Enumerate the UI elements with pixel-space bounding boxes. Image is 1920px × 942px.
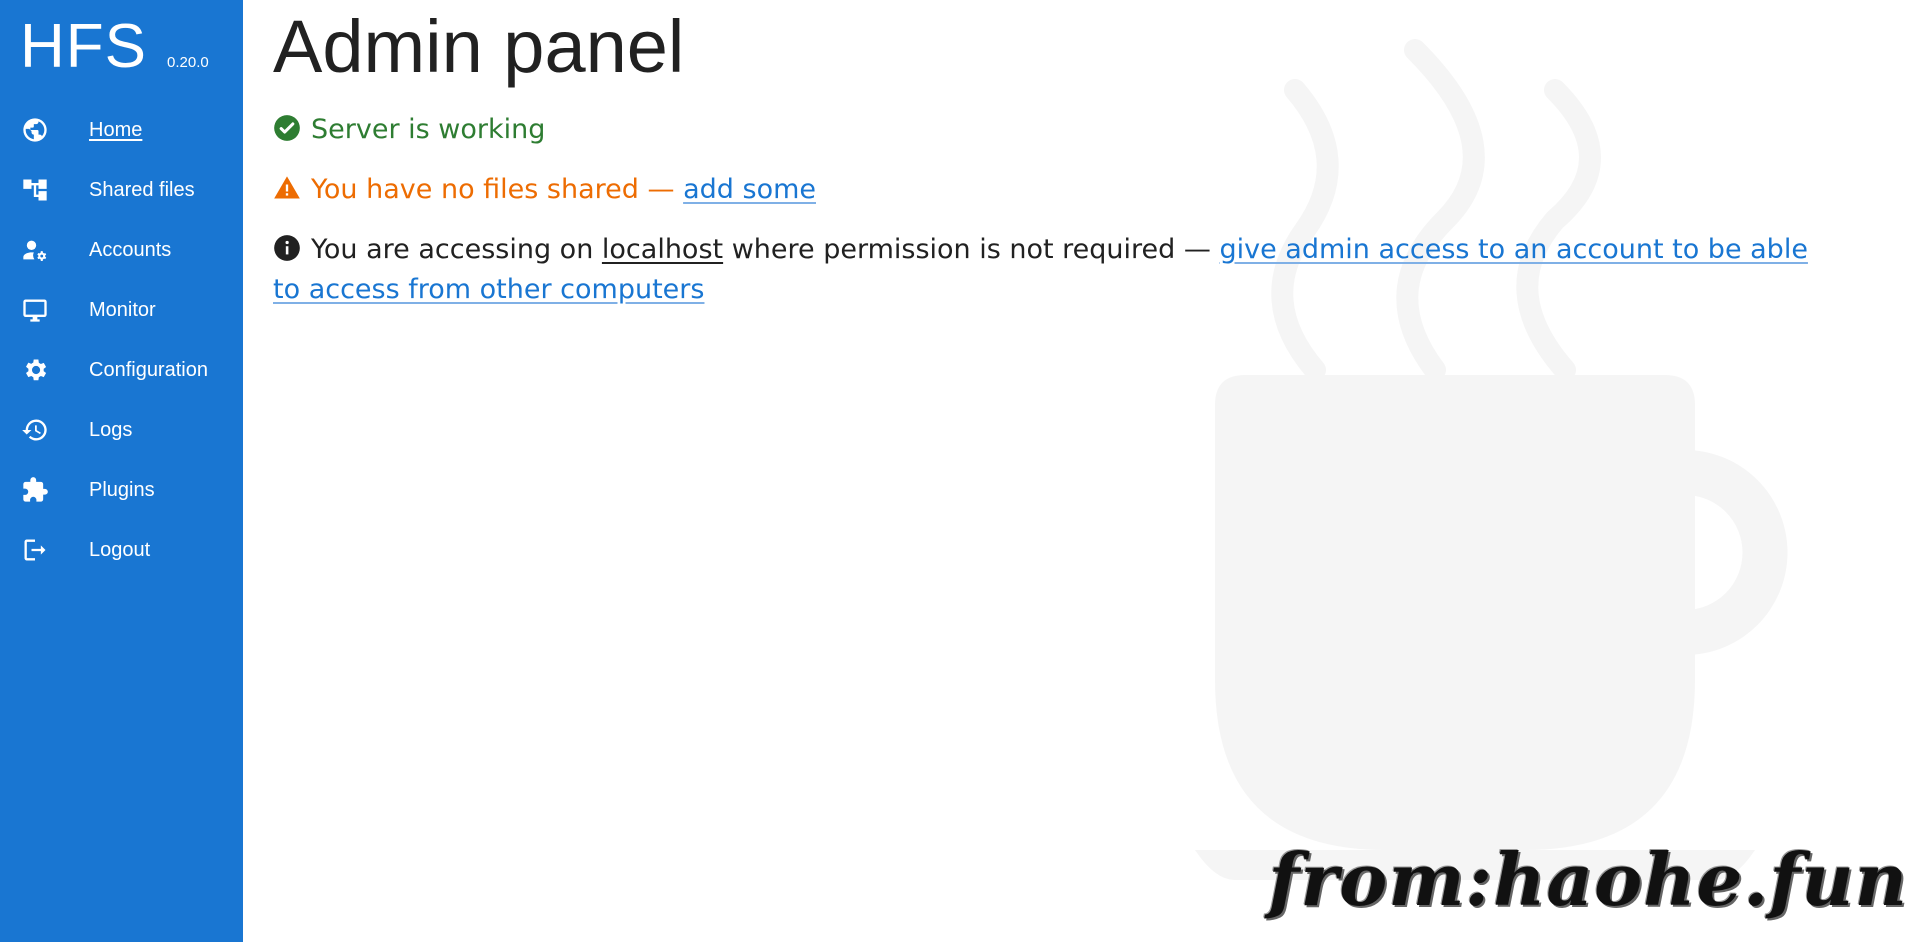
server-status-text: Server is working (311, 114, 546, 145)
sidebar-item-label: Home (89, 118, 143, 141)
localhost-info: You are accessing on localhost where per… (273, 230, 1813, 310)
sidebar-item-accounts[interactable]: Accounts (0, 220, 243, 280)
page-title: Admin panel (273, 5, 685, 88)
brand: HFS 0.20.0 (20, 16, 209, 78)
sidebar-item-label: Plugins (89, 478, 155, 501)
no-files-warning: You have no files shared — add some (273, 170, 816, 210)
sidebar: HFS 0.20.0 Home Shared files Accounts Mo… (0, 0, 243, 942)
watermark-text: from:haohe.fun (1268, 837, 1908, 922)
sidebar-nav: Home Shared files Accounts Monitor Confi… (0, 100, 243, 580)
globe-icon (20, 115, 50, 145)
warning-icon (274, 176, 300, 199)
sidebar-item-label: Shared files (89, 178, 195, 201)
add-some-link[interactable]: add some (683, 174, 816, 205)
monitor-icon (20, 295, 50, 325)
sidebar-item-plugins[interactable]: Plugins (0, 460, 243, 520)
info-middle-text: where permission is not required — (723, 234, 1220, 265)
app-version: 0.20.0 (167, 54, 209, 71)
puzzle-icon (20, 475, 50, 505)
sidebar-item-label: Logout (89, 538, 151, 561)
sidebar-item-label: Configuration (89, 358, 208, 381)
history-icon (20, 415, 50, 445)
sidebar-item-label: Accounts (89, 238, 172, 261)
sidebar-item-shared-files[interactable]: Shared files (0, 160, 243, 220)
sidebar-item-configuration[interactable]: Configuration (0, 340, 243, 400)
sidebar-item-label: Logs (89, 418, 133, 441)
sidebar-item-label: Monitor (89, 298, 156, 321)
sidebar-item-logs[interactable]: Logs (0, 400, 243, 460)
localhost-link[interactable]: localhost (602, 234, 723, 265)
info-prefix-text: You are accessing on (311, 234, 602, 265)
info-icon (274, 235, 300, 261)
sidebar-item-home[interactable]: Home (0, 100, 243, 160)
gear-icon (20, 355, 50, 385)
warning-text: You have no files shared — (311, 174, 684, 205)
server-status-alert: Server is working (273, 110, 545, 150)
sidebar-item-logout[interactable]: Logout (0, 520, 243, 580)
app-name: HFS (20, 12, 147, 81)
tree-icon (20, 175, 50, 205)
main-content: Admin panel Server is working You have n… (273, 0, 1920, 942)
account-settings-icon (20, 235, 50, 265)
logout-icon (20, 535, 50, 565)
sidebar-item-monitor[interactable]: Monitor (0, 280, 243, 340)
check-circle-icon (274, 115, 300, 141)
